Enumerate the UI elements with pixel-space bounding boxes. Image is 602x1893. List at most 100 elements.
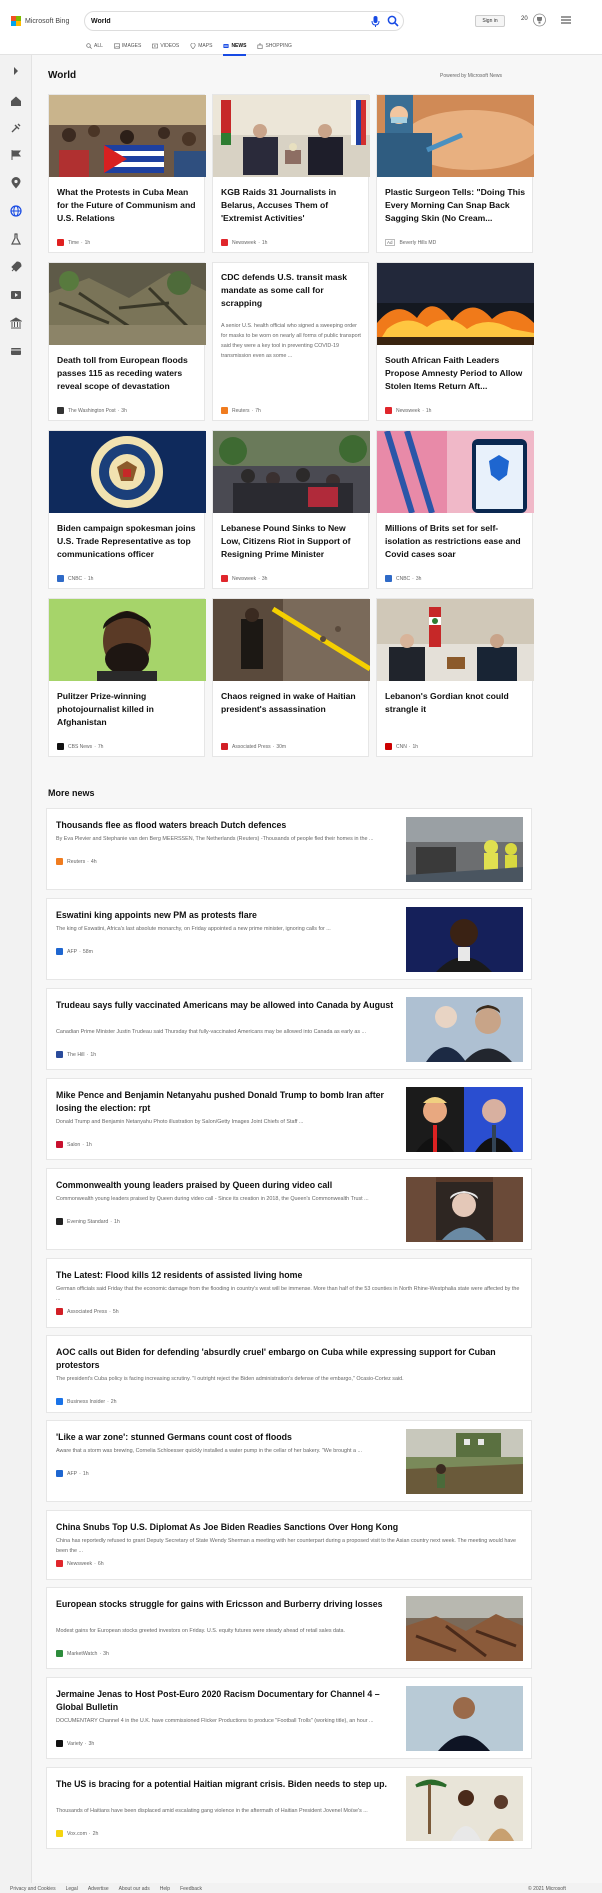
more-news-item[interactable]: China Snubs Top U.S. Diplomat As Joe Bid… (46, 1510, 532, 1580)
powered-by-label[interactable]: Powered by Microsoft News (440, 73, 502, 79)
microphone-icon[interactable] (371, 16, 380, 27)
money-card-icon[interactable] (10, 345, 22, 357)
location-pin-icon[interactable] (10, 177, 22, 189)
news-card-source[interactable]: Associated Press · 30m (221, 743, 286, 750)
more-news-title[interactable]: The Latest: Flood kills 12 residents of … (56, 1269, 522, 1282)
news-card-title[interactable]: KGB Raids 31 Journalists in Belarus, Acc… (221, 186, 363, 225)
news-card-title[interactable]: CDC defends U.S. transit mask mandate as… (221, 271, 363, 310)
news-card-title[interactable]: Chaos reigned in wake of Haitian preside… (221, 690, 363, 716)
sign-in-button[interactable]: Sign in (475, 15, 505, 27)
footer-link-advertise[interactable]: Advertise (88, 1886, 109, 1892)
more-news-item[interactable]: Trudeau says fully vaccinated Americans … (46, 988, 532, 1070)
tab-videos[interactable]: VIDEOS (152, 40, 179, 52)
news-card-title[interactable]: Plastic Surgeon Tells: "Doing This Every… (385, 186, 527, 225)
news-card[interactable]: Lebanon's Gordian knot could strangle it… (376, 598, 534, 757)
more-news-item[interactable]: European stocks struggle for gains with … (46, 1587, 532, 1669)
news-card-source[interactable]: Time · 1h (57, 239, 90, 246)
more-news-title[interactable]: 'Like a war zone': stunned Germans count… (56, 1431, 396, 1444)
more-news-source[interactable]: AFP · 1h (56, 1470, 89, 1477)
more-news-item[interactable]: The US is bracing for a potential Haitia… (46, 1767, 532, 1849)
news-card[interactable]: CDC defends U.S. transit mask mandate as… (212, 262, 369, 421)
more-news-source[interactable]: The Hill · 1h (56, 1051, 96, 1058)
tab-shopping[interactable]: SHOPPING (257, 40, 292, 52)
more-news-item[interactable]: Commonwealth young leaders praised by Qu… (46, 1168, 532, 1250)
news-card[interactable]: Pulitzer Prize-winning photojournalist k… (48, 598, 206, 757)
more-news-source[interactable]: Vox.com · 2h (56, 1830, 98, 1837)
tab-news[interactable]: NEWS (223, 40, 247, 56)
news-card-source[interactable]: Reuters · 7h (221, 407, 261, 414)
news-card[interactable]: Plastic Surgeon Tells: "Doing This Every… (376, 94, 534, 253)
more-news-item[interactable]: The Latest: Flood kills 12 residents of … (46, 1258, 532, 1328)
news-card-source[interactable]: CNBC · 3h (385, 575, 421, 582)
footer-link-help[interactable]: Help (160, 1886, 170, 1892)
more-news-title[interactable]: China Snubs Top U.S. Diplomat As Joe Bid… (56, 1521, 522, 1534)
rewards-trophy-icon[interactable] (533, 13, 546, 27)
search-input[interactable] (91, 14, 351, 28)
more-news-title[interactable]: The US is bracing for a potential Haitia… (56, 1778, 396, 1791)
tab-images[interactable]: IMAGES (114, 40, 141, 52)
news-card-title[interactable]: Death toll from European floods passes 1… (57, 354, 199, 393)
footer-link-about-ads[interactable]: About our ads (119, 1886, 150, 1892)
news-card[interactable]: Death toll from European floods passes 1… (48, 262, 206, 421)
flag-icon[interactable] (10, 149, 22, 161)
more-news-title[interactable]: AOC calls out Biden for defending 'absur… (56, 1346, 522, 1372)
tab-maps[interactable]: MAPS (190, 40, 212, 52)
news-card-title[interactable]: What the Protests in Cuba Mean for the F… (57, 186, 199, 225)
news-card-source[interactable]: CNBC · 1h (57, 575, 93, 582)
more-news-title[interactable]: Mike Pence and Benjamin Netanyahu pushed… (56, 1089, 396, 1115)
more-news-title[interactable]: Jermaine Jenas to Host Post-Euro 2020 Ra… (56, 1688, 396, 1714)
more-news-source[interactable]: Variety · 3h (56, 1740, 94, 1747)
more-news-source[interactable]: Salon · 1h (56, 1141, 92, 1148)
science-flask-icon[interactable] (10, 233, 22, 245)
more-news-title[interactable]: European stocks struggle for gains with … (56, 1598, 396, 1611)
footer-link-feedback[interactable]: Feedback (180, 1886, 202, 1892)
more-news-item[interactable]: Jermaine Jenas to Host Post-Euro 2020 Ra… (46, 1677, 532, 1759)
news-card-source[interactable]: Ad Beverly Hills MD (385, 239, 436, 246)
news-card-title[interactable]: Pulitzer Prize-winning photojournalist k… (57, 690, 199, 729)
more-news-item[interactable]: 'Like a war zone': stunned Germans count… (46, 1420, 532, 1502)
search-icon[interactable] (387, 15, 399, 27)
menu-icon[interactable] (561, 15, 571, 25)
news-card-title[interactable]: South African Faith Leaders Propose Amne… (385, 354, 527, 393)
tools-icon[interactable] (10, 122, 22, 134)
footer-link-legal[interactable]: Legal (66, 1886, 78, 1892)
more-news-item[interactable]: Mike Pence and Benjamin Netanyahu pushed… (46, 1078, 532, 1160)
more-news-item[interactable]: AOC calls out Biden for defending 'absur… (46, 1335, 532, 1413)
tab-all[interactable]: ALL (86, 40, 103, 52)
entertainment-icon[interactable] (10, 289, 22, 301)
search-box[interactable] (84, 11, 404, 31)
more-news-source[interactable]: AFP · 58m (56, 948, 93, 955)
home-icon[interactable] (10, 95, 22, 107)
rocket-icon[interactable] (10, 261, 22, 273)
news-card-source[interactable]: The Washington Post · 3h (57, 407, 127, 414)
rewards-points[interactable]: 20 (521, 16, 528, 22)
more-news-title[interactable]: Commonwealth young leaders praised by Qu… (56, 1179, 396, 1192)
news-card-title[interactable]: Lebanese Pound Sinks to New Low, Citizen… (221, 522, 363, 561)
news-card-title[interactable]: Lebanon's Gordian knot could strangle it (385, 690, 527, 716)
more-news-item[interactable]: Thousands flee as flood waters breach Du… (46, 808, 532, 890)
news-card-source[interactable]: Newsweek · 1h (385, 407, 431, 414)
bing-logo[interactable]: Microsoft Bing (11, 16, 69, 26)
more-news-item[interactable]: Eswatini king appoints new PM as protest… (46, 898, 532, 980)
news-card-source[interactable]: Newsweek · 1h (221, 239, 267, 246)
globe-icon[interactable] (10, 205, 22, 217)
news-card[interactable]: Lebanese Pound Sinks to New Low, Citizen… (212, 430, 370, 589)
expand-chevron-icon[interactable] (10, 65, 22, 77)
more-news-title[interactable]: Thousands flee as flood waters breach Du… (56, 819, 396, 832)
news-card[interactable]: Chaos reigned in wake of Haitian preside… (212, 598, 370, 757)
news-card[interactable]: South African Faith Leaders Propose Amne… (376, 262, 534, 421)
more-news-source[interactable]: Evening Standard · 1h (56, 1218, 120, 1225)
news-card[interactable]: Millions of Brits set for self-isolation… (376, 430, 534, 589)
more-news-source[interactable]: Reuters · 4h (56, 858, 97, 865)
news-card-source[interactable]: CBS News · 7h (57, 743, 103, 750)
more-news-title[interactable]: Trudeau says fully vaccinated Americans … (56, 999, 396, 1012)
news-card[interactable]: Biden campaign spokesman joins U.S. Trad… (48, 430, 206, 589)
more-news-source[interactable]: Newsweek · 6h (56, 1560, 104, 1567)
news-card[interactable]: KGB Raids 31 Journalists in Belarus, Acc… (212, 94, 370, 253)
news-card-title[interactable]: Biden campaign spokesman joins U.S. Trad… (57, 522, 199, 561)
news-card-source[interactable]: Newsweek · 3h (221, 575, 267, 582)
more-news-title[interactable]: Eswatini king appoints new PM as protest… (56, 909, 396, 922)
footer-link-privacy[interactable]: Privacy and Cookies (10, 1886, 56, 1892)
news-card-source[interactable]: CNN · 1h (385, 743, 418, 750)
news-card[interactable]: What the Protests in Cuba Mean for the F… (48, 94, 206, 253)
